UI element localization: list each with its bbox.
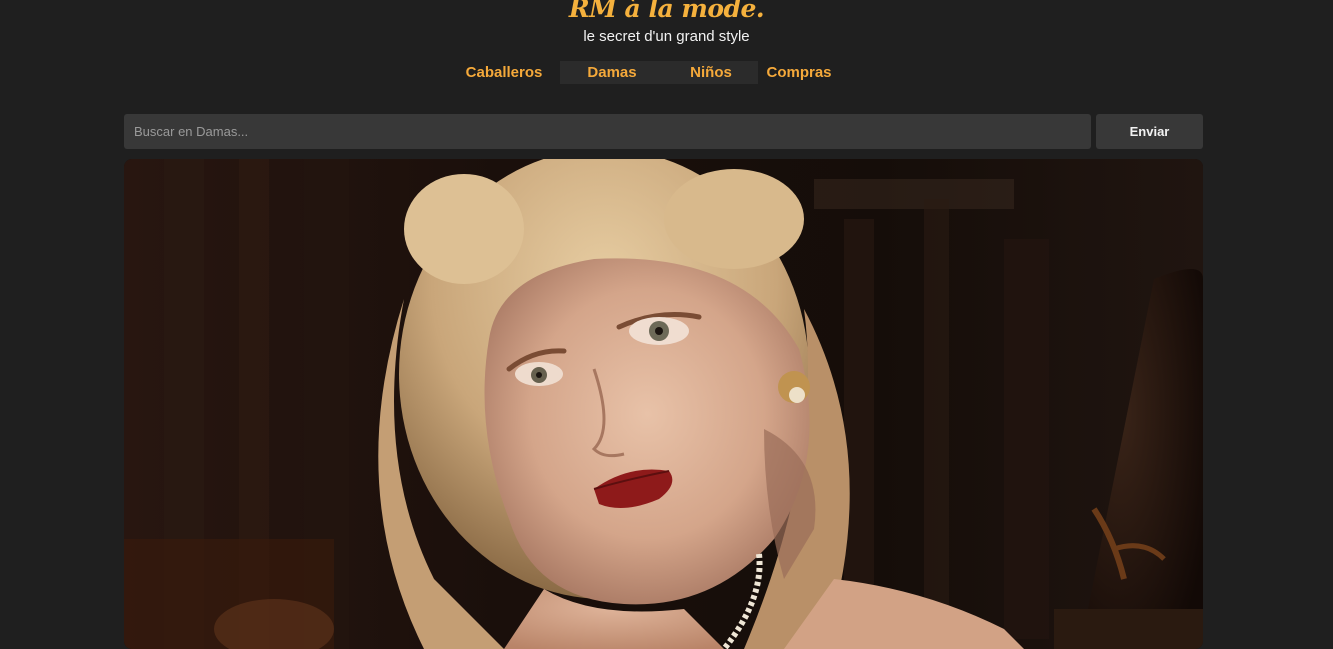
nav-item-caballeros[interactable]: Caballeros [448, 61, 560, 84]
send-button[interactable]: Enviar [1096, 114, 1203, 149]
nav-item-compras[interactable]: Compras [758, 61, 840, 84]
brand-tagline: le secret d'un grand style [583, 28, 750, 45]
hero-image [124, 159, 1203, 649]
search-input[interactable] [124, 114, 1091, 149]
main-nav: Caballeros Damas Niños Compras [448, 61, 840, 84]
brand-logo-title[interactable]: RM à la mode. [0, 0, 1333, 26]
nav-item-damas[interactable]: Damas [560, 61, 664, 84]
hero-portrait-illustration [124, 159, 1203, 649]
nav-item-ninos[interactable]: Niños [664, 61, 758, 84]
